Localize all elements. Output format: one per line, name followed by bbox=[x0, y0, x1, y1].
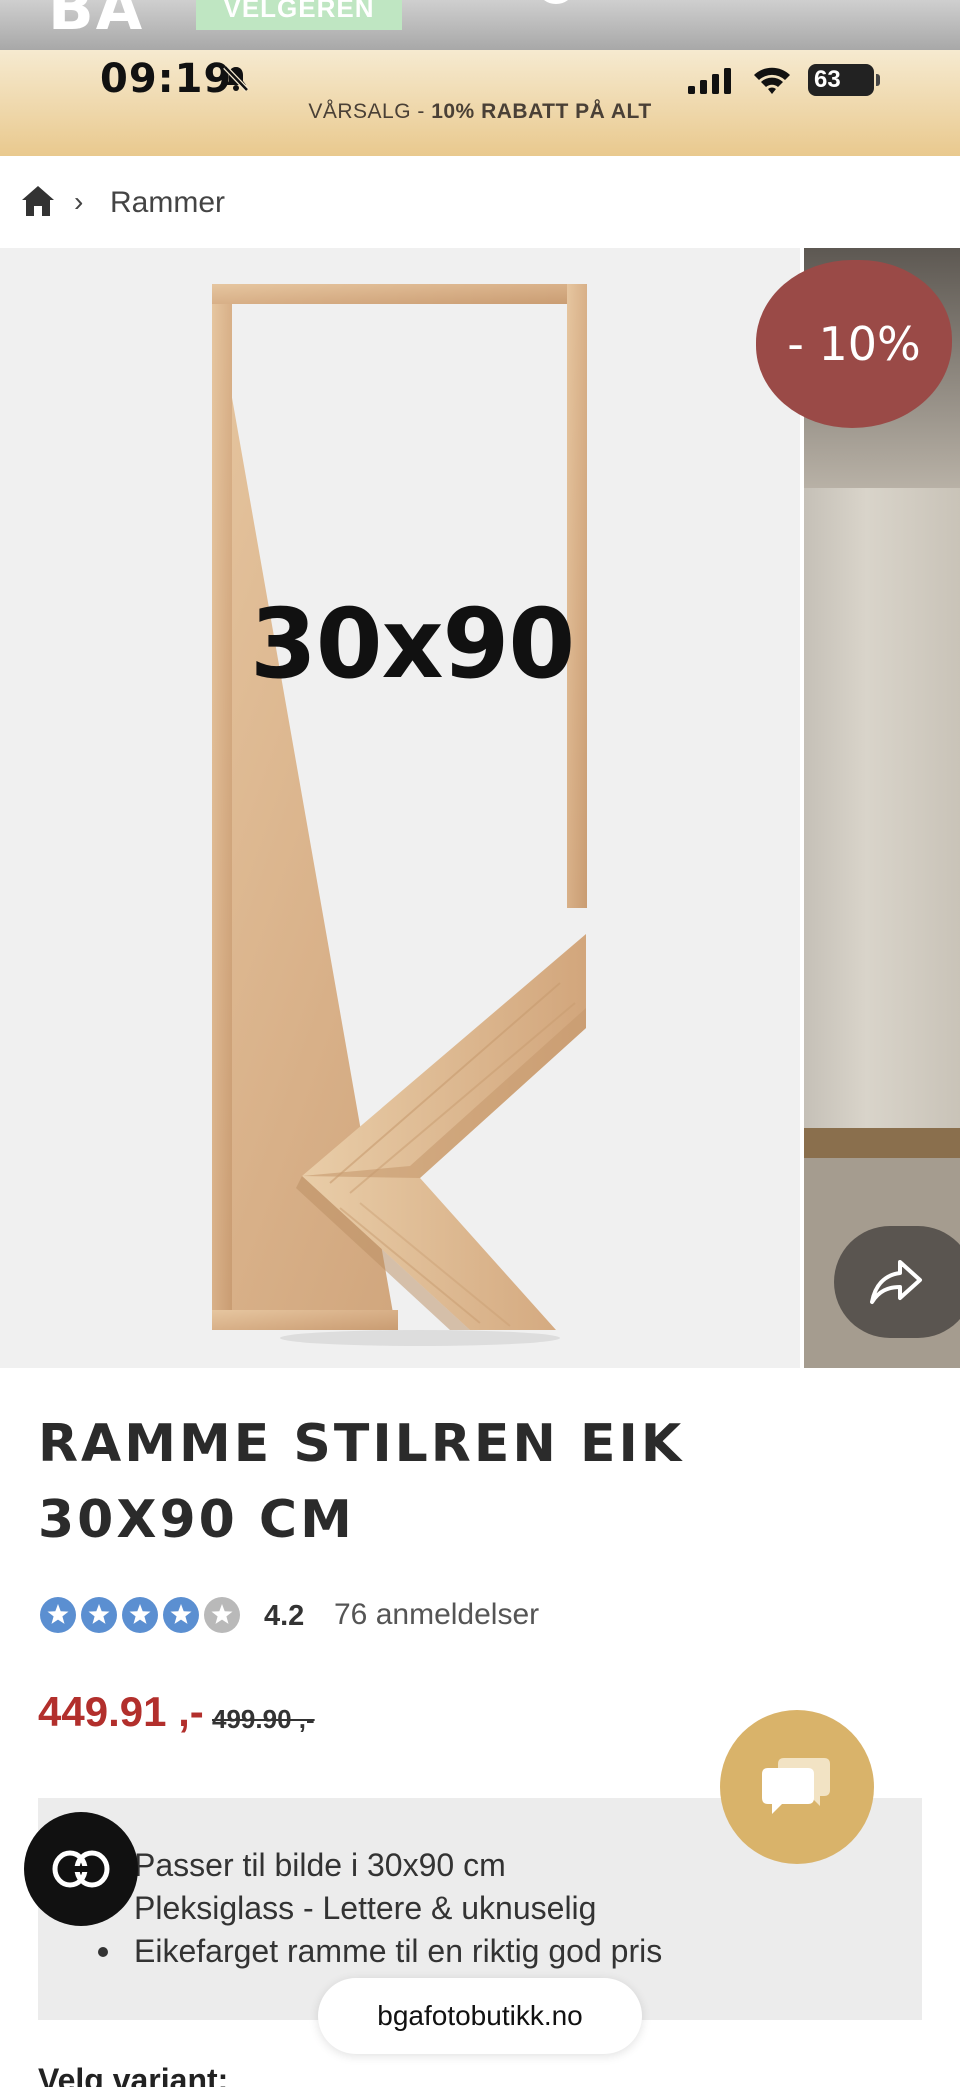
feature-item: Passer til bilde i 30x90 cm bbox=[98, 1844, 662, 1887]
chat-button[interactable] bbox=[720, 1710, 874, 1864]
product-price-old: 499.90 ,- bbox=[212, 1704, 315, 1734]
wifi-icon bbox=[754, 67, 790, 94]
star-icon bbox=[40, 1597, 76, 1633]
feature-text: Eikefarget ramme til en riktig god pris bbox=[134, 1933, 663, 1969]
browser-url-bar[interactable]: bgafotobutikk.no bbox=[318, 1978, 642, 2054]
reader-mode-button[interactable] bbox=[24, 1812, 138, 1926]
promo-prefix: VÅRSALG - bbox=[308, 100, 432, 123]
share-icon bbox=[870, 1260, 922, 1304]
signal-icon bbox=[688, 68, 731, 94]
battery-icon: 63 bbox=[808, 64, 880, 96]
product-title: RAMME STILREN EIK 30X90 CM bbox=[38, 1414, 685, 1550]
rating-value: 4.2 bbox=[264, 1600, 305, 1632]
frame-illustration bbox=[212, 284, 587, 1346]
breadcrumb-current[interactable]: Rammer bbox=[110, 186, 225, 220]
winner-badge: VELGEREN bbox=[196, 0, 402, 30]
variant-label: Velg variant: bbox=[38, 2062, 229, 2087]
feature-items: Passer til bilde i 30x90 cm Pleksiglass … bbox=[98, 1844, 663, 1973]
feature-text: Pleksiglass - Lettere & uknuselig bbox=[134, 1890, 597, 1926]
breadcrumb: › Rammer bbox=[0, 158, 960, 248]
bell-mute-icon bbox=[223, 65, 249, 92]
star-icon bbox=[81, 1597, 117, 1633]
search-icon[interactable] bbox=[540, 0, 572, 4]
feature-text: Passer til bilde i 30x90 cm bbox=[134, 1847, 506, 1883]
status-time: 09:19 bbox=[100, 56, 233, 102]
bullet bbox=[98, 1947, 108, 1957]
reader-mode-icon bbox=[52, 1850, 110, 1888]
site-logo[interactable]: BA bbox=[48, 0, 144, 44]
product-price: 449.91 ,- bbox=[38, 1688, 204, 1735]
product-gallery[interactable]: 30x90 - 10% bbox=[0, 248, 960, 1368]
promo-banner[interactable]: VÅRSALG - 10% RABATT PÅ ALT bbox=[0, 100, 960, 124]
rating-count[interactable]: 76 anmeldelser bbox=[334, 1598, 539, 1632]
size-label: 30x90 bbox=[250, 588, 575, 700]
star-icon bbox=[163, 1597, 199, 1633]
feature-item: Eikefarget ramme til en riktig god pris bbox=[98, 1930, 663, 1973]
star-icon bbox=[204, 1597, 240, 1633]
rating-stars bbox=[40, 1597, 240, 1633]
feature-item: Pleksiglass - Lettere & uknuselig bbox=[98, 1887, 662, 1930]
chat-icon bbox=[762, 1758, 830, 1814]
discount-badge: - 10% bbox=[756, 260, 952, 428]
chevron-right-icon: › bbox=[74, 186, 84, 217]
image-shelf bbox=[804, 1128, 960, 1158]
star-icon bbox=[122, 1597, 158, 1633]
home-icon[interactable] bbox=[20, 184, 56, 218]
promo-highlight: 10% RABATT PÅ ALT bbox=[431, 100, 652, 123]
share-button[interactable] bbox=[834, 1226, 960, 1338]
product-image[interactable]: 30x90 bbox=[0, 248, 800, 1368]
status-bar: 09:19 63 VÅRSALG - 10% RABATT PÅ ALT bbox=[0, 50, 960, 156]
product-page: BA VELGEREN 09:19 63 VÅRSALG - 10% RABAT… bbox=[0, 0, 960, 2087]
